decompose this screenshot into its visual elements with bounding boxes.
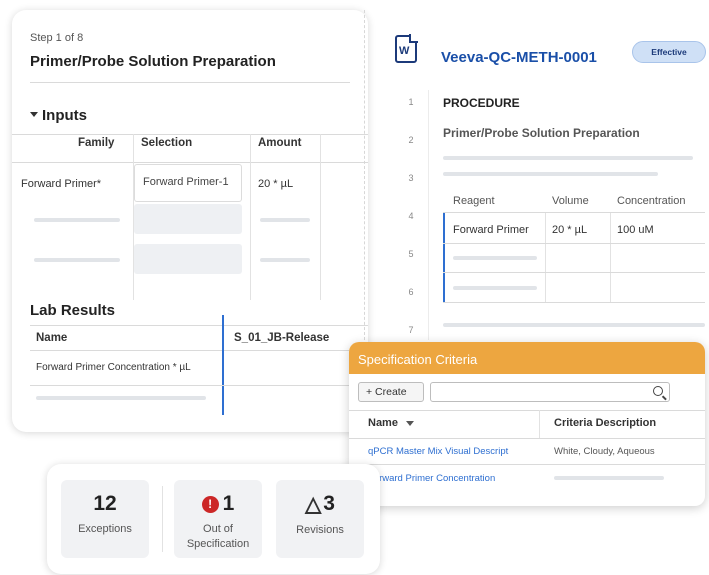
divider	[443, 272, 705, 273]
column-divider	[250, 134, 251, 300]
procedure-subheading: Primer/Probe Solution Preparation	[443, 126, 640, 140]
col-header-reagent: Reagent	[453, 195, 495, 207]
family-cell: Forward Primer*	[21, 178, 102, 190]
revisions-label: Revisions	[296, 524, 344, 536]
placeholder-bar	[453, 286, 537, 290]
volume-cell: 20 * µL	[552, 224, 588, 236]
placeholder-bar	[453, 256, 537, 260]
divider	[443, 212, 705, 213]
divider	[30, 82, 350, 83]
divider	[30, 325, 368, 326]
row-highlight	[443, 213, 445, 303]
reagent-cell: Forward Primer	[453, 224, 529, 236]
col-header-criteria-description: Criteria Description	[554, 417, 657, 429]
col-header-selection: Selection	[141, 137, 193, 149]
caret-down-icon	[30, 111, 38, 117]
spec-criteria-title: Specification Criteria	[349, 342, 705, 374]
divider	[349, 464, 705, 465]
exceptions-stat[interactable]: 12 Exceptions	[61, 480, 149, 558]
divider	[12, 134, 368, 135]
line-number: 3	[408, 173, 414, 183]
lab-results-heading: Lab Results	[30, 302, 116, 319]
col-header-amount: Amount	[258, 137, 302, 149]
exceptions-count: 12	[93, 492, 117, 515]
divider	[30, 350, 368, 351]
placeholder-cell	[134, 244, 242, 274]
divider	[443, 243, 705, 244]
line-number: 6	[408, 287, 414, 297]
placeholder-bar	[260, 258, 310, 262]
column-divider	[539, 410, 540, 438]
placeholder-bar	[34, 218, 120, 222]
placeholder-bar	[36, 396, 206, 400]
divider	[30, 385, 368, 386]
line-number: 4	[408, 211, 414, 221]
spec-criteria-panel: Specification Criteria + Create Name Cri…	[349, 342, 705, 506]
document-w-icon: W	[395, 34, 418, 63]
placeholder-bar	[554, 476, 664, 480]
line-number: 2	[408, 135, 414, 145]
line-number: 5	[408, 249, 414, 259]
divider	[443, 302, 705, 303]
concentration-cell: 100 uM	[617, 224, 654, 236]
column-highlight	[222, 315, 224, 415]
criteria-name-link[interactable]: Forward Primer Concentration	[368, 473, 495, 484]
placeholder-cell	[134, 204, 242, 234]
status-badge: Effective	[632, 41, 706, 63]
divider	[12, 162, 368, 163]
placeholder-bar	[443, 156, 693, 160]
col-header-family: Family	[78, 137, 115, 149]
col-header-volume: Volume	[552, 195, 589, 207]
step-title: Primer/Probe Solution Preparation	[30, 53, 276, 70]
col-header-name: Name	[36, 332, 68, 344]
column-divider	[545, 213, 546, 303]
inputs-heading: Inputs	[42, 107, 87, 124]
triangle-icon: △	[305, 493, 322, 516]
selection-field[interactable]: Forward Primer-1	[134, 164, 242, 202]
sort-name-header[interactable]: Name	[368, 417, 418, 429]
placeholder-bar	[34, 258, 120, 262]
criteria-name-link[interactable]: qPCR Master Mix Visual Descript	[368, 446, 508, 457]
amount-cell: 20 * µL	[258, 178, 294, 190]
out-of-spec-stat[interactable]: ! 1 Out of Specification	[174, 480, 262, 558]
divider	[349, 410, 705, 411]
placeholder-bar	[443, 172, 658, 176]
sort-caret-icon	[406, 420, 415, 426]
criteria-description: White, Cloudy, Aqueous	[554, 446, 655, 457]
line-number: 1	[408, 97, 414, 107]
revisions-stat[interactable]: △3 Revisions	[276, 480, 364, 558]
stats-card: 12 Exceptions ! 1 Out of Specification △3…	[47, 464, 380, 574]
out-of-spec-label: Out of Specification	[186, 523, 250, 550]
step-card: Step 1 of 8 Primer/Probe Solution Prepar…	[12, 10, 368, 432]
revisions-count: 3	[323, 492, 335, 515]
document-id-link[interactable]: Veeva-QC-METH-0001	[441, 49, 597, 66]
search-icon[interactable]	[653, 386, 663, 396]
column-divider	[610, 213, 611, 303]
out-of-spec-count: 1	[222, 492, 235, 515]
col-header-release: S_01_JB-Release	[234, 332, 330, 344]
lab-result-name: Forward Primer Concentration * µL	[36, 362, 191, 373]
create-button[interactable]: + Create	[358, 382, 424, 402]
line-number: 7	[408, 325, 414, 335]
error-icon: !	[201, 496, 219, 513]
panel-divider	[364, 10, 365, 340]
column-divider	[320, 134, 321, 300]
placeholder-bar	[443, 323, 705, 327]
exceptions-label: Exceptions	[78, 523, 132, 535]
step-indicator: Step 1 of 8	[30, 32, 84, 44]
column-divider	[162, 486, 163, 552]
col-header-concentration: Concentration	[617, 195, 686, 207]
line-gutter	[428, 90, 429, 340]
inputs-section-toggle[interactable]: Inputs	[30, 107, 87, 124]
search-input[interactable]	[430, 382, 670, 402]
procedure-heading: PROCEDURE	[443, 96, 520, 110]
divider	[349, 438, 705, 439]
placeholder-bar	[260, 218, 310, 222]
